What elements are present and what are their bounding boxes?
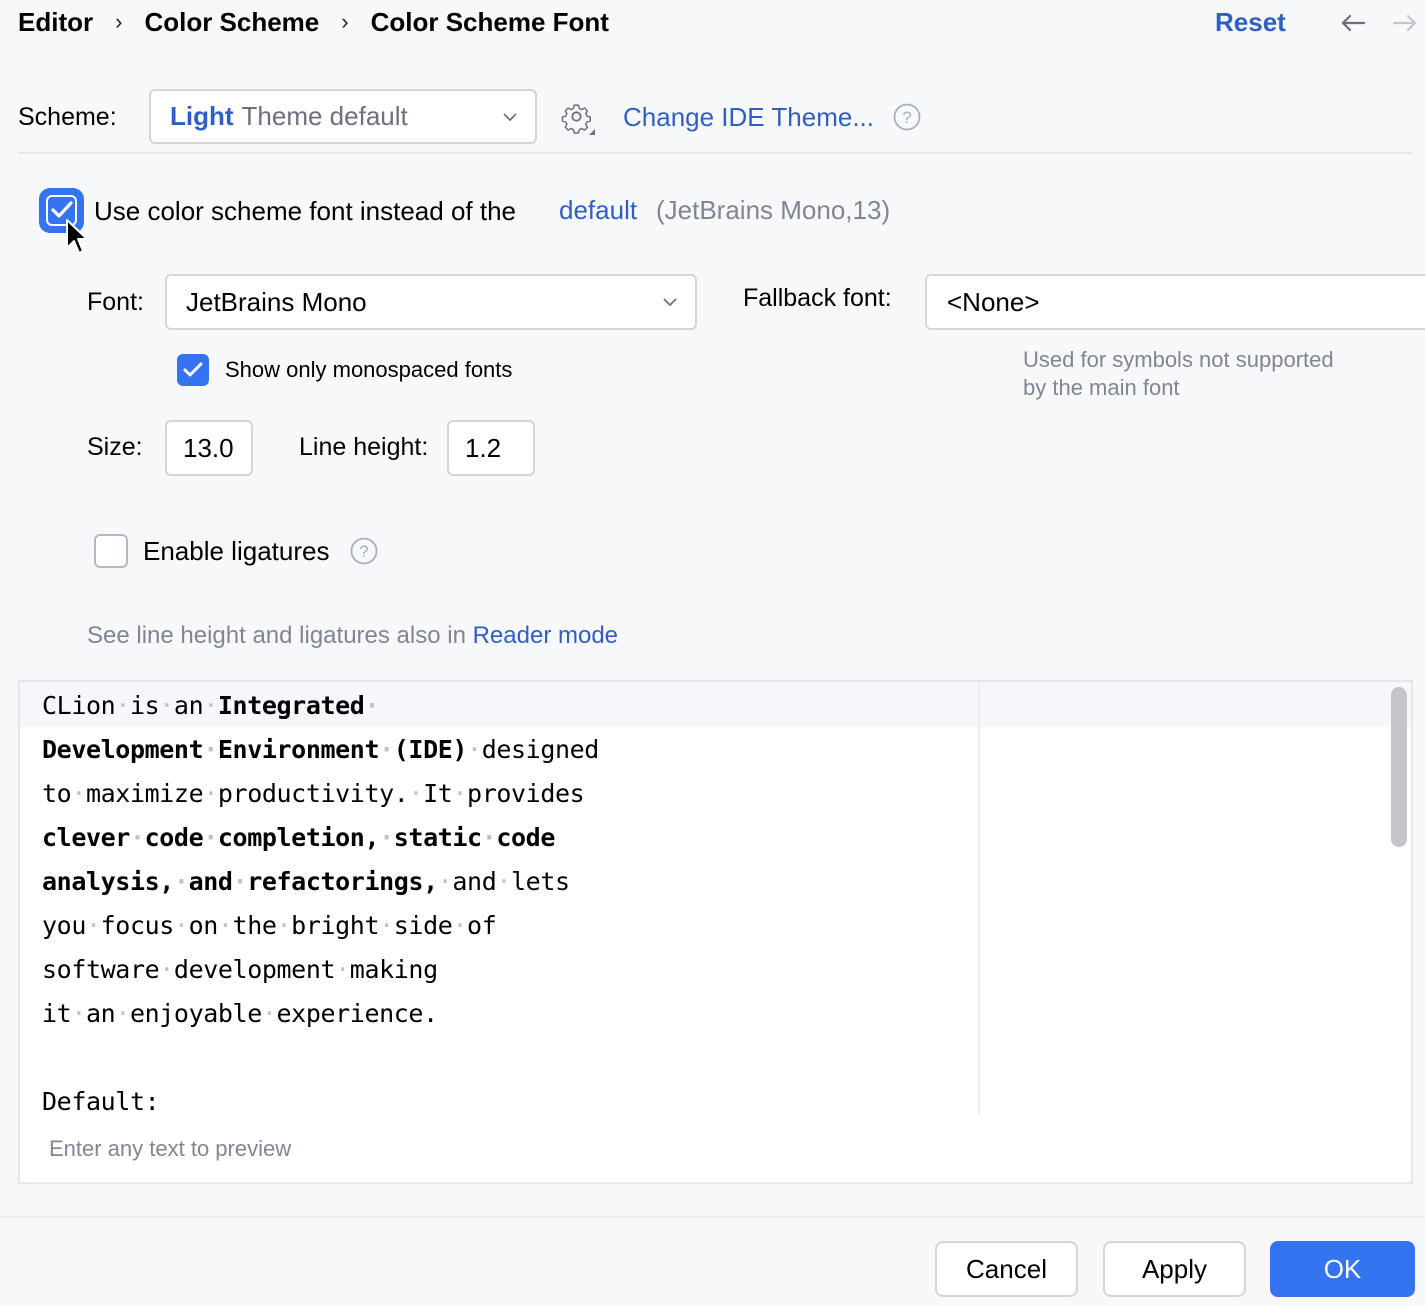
preview-line: software·development·making xyxy=(42,948,599,992)
fallback-font-label: Fallback font: xyxy=(743,284,892,312)
reader-mode-hint-text: See line height and ligatures also in xyxy=(87,622,473,649)
default-font-info: (JetBrains Mono,13) xyxy=(656,195,891,225)
cancel-button[interactable]: Cancel xyxy=(935,1241,1078,1297)
scheme-value: Theme default xyxy=(241,101,408,131)
use-scheme-font-label: Use color scheme font instead of the xyxy=(94,196,517,226)
breadcrumb-separator-icon: › xyxy=(341,9,349,34)
scheme-value-highlight: Light xyxy=(170,101,234,131)
right-margin-guide xyxy=(978,682,980,1114)
monospaced-only-checkbox[interactable] xyxy=(177,354,209,386)
reader-mode-hint: See line height and ligatures also in Re… xyxy=(87,619,618,653)
preview-line: to·maximize·productivity.·It·provides xyxy=(42,772,599,816)
apply-button[interactable]: Apply xyxy=(1103,1241,1246,1297)
arrow-right-icon[interactable] xyxy=(1390,8,1420,38)
scheme-dropdown[interactable]: Light Theme default xyxy=(149,89,537,144)
change-ide-theme-link[interactable]: Change IDE Theme... xyxy=(623,100,874,134)
breadcrumb-item-color-scheme[interactable]: Color Scheme xyxy=(144,7,319,38)
fallback-hint-line: Used for symbols not supported xyxy=(1023,347,1334,372)
help-icon[interactable]: ? xyxy=(893,103,921,131)
default-font-link[interactable]: default xyxy=(559,193,637,227)
preview-text-segment: CLion·is·an· xyxy=(42,691,218,720)
preview-line xyxy=(42,1036,599,1080)
preview-text-segment: it·an·enjoyable·experience. xyxy=(42,999,438,1028)
divider xyxy=(18,152,1413,154)
reset-link[interactable]: Reset xyxy=(1215,4,1286,40)
preview-line: clever·code·completion,·static·code xyxy=(42,816,599,860)
preview-line: analysis,·and·refactorings,·and·lets xyxy=(42,860,599,904)
font-value: JetBrains Mono xyxy=(186,286,367,317)
svg-text:?: ? xyxy=(902,108,911,127)
line-height-input[interactable]: 1.2 xyxy=(447,420,535,476)
preview-line: you·focus·on·the·bright·side·of xyxy=(42,904,599,948)
preview-text-segment: Default: xyxy=(42,1087,160,1116)
breadcrumb-item-editor[interactable]: Editor xyxy=(18,7,93,38)
fallback-font-dropdown[interactable]: <None> xyxy=(925,274,1425,330)
line-height-value: 1.2 xyxy=(465,432,502,463)
preview-bold-text: Development·Environment·(IDE) xyxy=(42,735,468,764)
breadcrumb: Editor › Color Scheme › Color Scheme Fon… xyxy=(18,4,609,40)
preview-text-segment: you·focus·on·the·bright·side·of xyxy=(42,911,497,940)
reader-mode-link[interactable]: Reader mode xyxy=(473,622,618,649)
vertical-scrollbar[interactable] xyxy=(1391,687,1407,847)
divider xyxy=(0,1216,1425,1218)
enable-ligatures-label[interactable]: Enable ligatures xyxy=(143,534,329,568)
ok-button[interactable]: OK xyxy=(1270,1241,1415,1297)
fallback-font-value: <None> xyxy=(947,286,1040,317)
preview-placeholder: Enter any text to preview xyxy=(49,1136,292,1161)
preview-text-segment: software·development·making xyxy=(42,955,438,984)
enable-ligatures-checkbox[interactable] xyxy=(94,534,128,568)
preview-line: CLion·is·an·Integrated· xyxy=(42,684,599,728)
preview-text-segment: to·maximize·productivity.·It·provides xyxy=(42,779,585,808)
mouse-cursor-icon xyxy=(64,218,92,258)
breadcrumb-separator-icon: › xyxy=(115,9,123,34)
scheme-label: Scheme: xyxy=(18,103,117,131)
line-height-label: Line height: xyxy=(299,433,429,461)
preview-line: it·an·enjoyable·experience. xyxy=(42,992,599,1036)
help-icon[interactable]: ? xyxy=(350,537,378,565)
preview-line: Development·Environment·(IDE)·designed xyxy=(42,728,599,772)
font-dropdown[interactable]: JetBrains Mono xyxy=(165,274,697,330)
chevron-down-icon xyxy=(663,298,677,307)
preview-bold-text: analysis,·and·refactorings, xyxy=(42,867,438,896)
preview-line: Default: xyxy=(42,1080,599,1124)
gear-icon[interactable] xyxy=(560,100,596,136)
preview-text[interactable]: CLion·is·an·Integrated· Development·Envir… xyxy=(42,684,599,1124)
fallback-hint-line: by the main font xyxy=(1023,375,1180,400)
size-value: 13.0 xyxy=(183,432,234,463)
font-preview-editor[interactable]: CLion·is·an·Integrated· Development·Envir… xyxy=(18,680,1413,1184)
preview-bold-text: clever·code·completion,·static·code xyxy=(42,823,555,852)
size-label: Size: xyxy=(87,433,143,461)
preview-bold-text: Integrated· xyxy=(217,691,380,720)
preview-text-segment: ·designed xyxy=(467,735,599,764)
size-input[interactable]: 13.0 xyxy=(165,420,253,476)
monospaced-only-label[interactable]: Show only monospaced fonts xyxy=(225,356,512,384)
arrow-left-icon[interactable] xyxy=(1338,8,1368,38)
font-label: Font: xyxy=(87,288,144,316)
chevron-down-icon xyxy=(503,112,517,121)
fallback-font-hint: Used for symbols not supported by the ma… xyxy=(1023,346,1334,402)
preview-text-segment: ·and·lets xyxy=(437,867,570,896)
breadcrumb-item-current: Color Scheme Font xyxy=(370,6,609,37)
svg-text:?: ? xyxy=(359,542,368,561)
